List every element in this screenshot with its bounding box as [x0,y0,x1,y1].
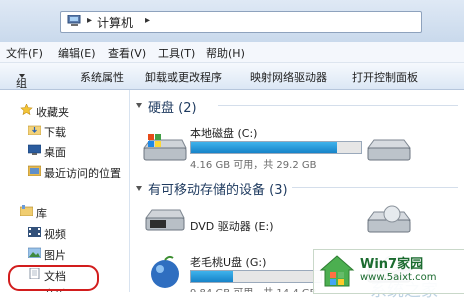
address-bar[interactable]: ▸ 计算机 ▸ [60,11,422,33]
drive-g-usage-fill [191,271,233,282]
menu-file[interactable]: 文件(F) [6,45,43,61]
menu-view[interactable]: 查看(V) [108,45,146,61]
nav-libraries-label: 库 [36,207,47,220]
library-icon [20,205,33,216]
hard-drive-icon[interactable] [366,134,412,164]
drive-g-usage-bar [190,270,322,283]
collapse-arrow-icon[interactable] [136,103,142,108]
house-logo-icon [319,255,355,287]
desktop-icon [28,144,41,155]
collapse-arrow-icon[interactable] [136,186,142,191]
menu-edit[interactable]: 编辑(E) [58,45,96,61]
nav-downloads[interactable]: 下载 [28,124,66,140]
menu-bar: 文件(F) 编辑(E) 查看(V) 工具(T) 帮助(H) [0,42,464,63]
recent-places-icon [28,165,41,176]
video-icon [28,227,41,237]
organize-button[interactable]: 组织 [16,69,27,106]
menu-tools[interactable]: 工具(T) [158,45,195,61]
nav-desktop-label: 桌面 [44,146,66,159]
nav-recent-places[interactable]: 最近访问的位置 [28,165,121,181]
drive-g-space: 9.84 GB 可用，共 14.4 GB [190,284,316,292]
nav-videos[interactable]: 视频 [28,226,66,242]
title-bar: ▸ 计算机 ▸ [0,0,464,42]
watermark-url: www.5aixt.com [360,272,437,283]
address-separator[interactable]: ▸ [145,15,150,26]
open-control-panel-button[interactable]: 打开控制面板 [352,69,418,85]
uninstall-program-button[interactable]: 卸载或更改程序 [145,69,222,85]
star-icon [20,104,33,115]
drive-c-usage-bar [190,141,362,154]
navigation-pane: 收藏夹 下载 桌面 最近访问的位置 库 视频 图片 文档 [0,90,130,292]
nav-downloads-label: 下载 [44,126,66,139]
section-header-removable[interactable]: 有可移动存储的设备 (3) [148,179,288,198]
section-header-hard-disks[interactable]: 硬盘 (2) [148,97,197,116]
picture-icon [28,247,41,258]
windows-drive-icon [143,134,187,161]
watermark-title: Win7家园 [360,257,424,272]
breadcrumb-computer[interactable]: 计算机 [97,14,133,31]
nav-libraries[interactable]: 库 [20,205,47,221]
nav-pictures[interactable]: 图片 [28,247,66,263]
nav-desktop[interactable]: 桌面 [28,144,66,160]
drive-dvd-name: DVD 驱动器 (E:) [190,220,274,233]
nav-recent-places-label: 最近访问的位置 [44,167,121,180]
drive-c-usage-fill [191,142,338,153]
nav-videos-label: 视频 [44,228,66,241]
drive-c-name: 本地磁盘 (C:) [190,127,258,140]
drive-g-name: 老毛桃U盘 (G:) [190,256,267,269]
dvd-drive-icon [145,209,185,231]
system-properties-button[interactable]: 系统属性 [80,69,124,85]
menu-help[interactable]: 帮助(H) [206,45,245,61]
nav-favorites-label: 收藏夹 [36,106,69,119]
nav-pictures-label: 图片 [44,249,66,262]
disc-drive-icon[interactable] [366,204,412,238]
usb-drive-icon [151,255,179,288]
map-network-drive-button[interactable]: 映射网络驱动器 [250,69,327,85]
highlight-circle [8,265,99,291]
address-separator[interactable]: ▸ [87,15,92,26]
computer-icon [67,15,81,26]
win7-watermark: Win7家园 www.5aixt.com [313,249,464,294]
command-toolbar: 组织 系统属性 卸载或更改程序 映射网络驱动器 打开控制面板 [0,63,464,106]
download-folder-icon [28,125,41,135]
nav-favorites[interactable]: 收藏夹 [20,104,69,120]
drive-c-space: 4.16 GB 可用，共 29.2 GB [190,160,317,171]
section-divider [218,105,458,106]
section-divider [292,187,458,188]
